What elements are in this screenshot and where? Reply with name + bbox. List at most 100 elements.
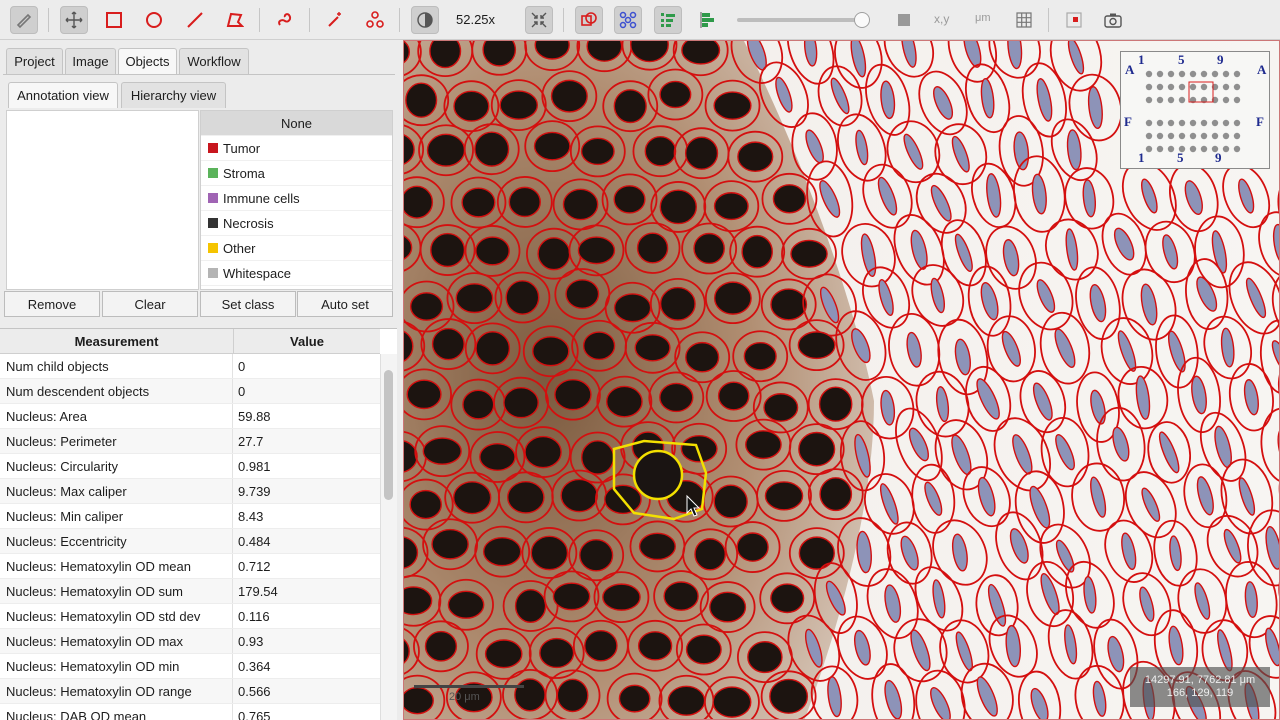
- points-tool-icon[interactable]: [361, 6, 389, 34]
- table-row[interactable]: Nucleus: Hematoxylin OD min 0.364: [0, 654, 380, 679]
- nucleus: [659, 80, 692, 109]
- move-tool-icon[interactable]: [10, 6, 38, 34]
- measurement-value: 0.566: [238, 683, 271, 699]
- table-row[interactable]: Nucleus: Min caliper 8.43: [0, 504, 380, 529]
- nucleus: [663, 581, 699, 611]
- measurement-name: Nucleus: Hematoxylin OD range: [0, 679, 233, 703]
- measurement-value: 0.712: [238, 558, 271, 574]
- tma-core: [1233, 119, 1241, 127]
- show-detections-icon[interactable]: [654, 6, 682, 34]
- class-item-whitespace[interactable]: Whitespace: [201, 261, 392, 286]
- tma-core: [1145, 96, 1153, 104]
- measurement-value: 0.93: [238, 633, 264, 649]
- table-row[interactable]: Nucleus: Eccentricity 0.484: [0, 529, 380, 554]
- opacity-slider[interactable]: [737, 18, 863, 22]
- set-class-button[interactable]: Set class: [200, 291, 296, 317]
- image-viewer[interactable]: A 1 5 9 A F F 1 5 9 20 μm 14297.91, 7762…: [403, 40, 1280, 720]
- nucleus: [618, 684, 651, 713]
- measurement-column-header[interactable]: Measurement: [0, 329, 234, 354]
- nucleus: [550, 79, 588, 113]
- tab-hierarchy-view[interactable]: Hierarchy view: [121, 82, 226, 108]
- annotation-list[interactable]: [6, 110, 199, 290]
- table-row[interactable]: Nucleus: Hematoxylin OD max 0.93: [0, 629, 380, 654]
- class-item-other[interactable]: Other: [201, 236, 392, 261]
- log-icon[interactable]: [1060, 6, 1088, 34]
- nucleus: [404, 185, 434, 219]
- tab-project[interactable]: Project: [6, 48, 63, 74]
- table-row[interactable]: Nucleus: Perimeter 27.7: [0, 429, 380, 454]
- rectangle-tool-icon[interactable]: [100, 6, 128, 34]
- auto-set-button[interactable]: Auto set: [297, 291, 393, 317]
- tab-annotation-view[interactable]: Annotation view: [8, 82, 118, 108]
- table-scrollbar[interactable]: [380, 354, 397, 720]
- show-annotations-icon[interactable]: [575, 6, 603, 34]
- tma-core: [1145, 132, 1153, 140]
- class-item-immune-cells[interactable]: Immune cells: [201, 186, 392, 211]
- nucleus: [447, 590, 485, 619]
- tma-core: [1222, 83, 1230, 91]
- scalebar: 20 μm: [414, 685, 534, 715]
- immune-cells-color-swatch: [208, 193, 218, 203]
- nucleus: [505, 280, 540, 315]
- ellipse-tool-icon[interactable]: [140, 6, 168, 34]
- measurement-name: Nucleus: Area: [0, 404, 233, 428]
- nucleus: [818, 386, 853, 422]
- tma-core: [1178, 119, 1186, 127]
- zoom-to-fit-icon[interactable]: [525, 6, 553, 34]
- measurement-name: Num child objects: [0, 354, 233, 378]
- class-list[interactable]: None Tumor Stroma Immune cells Necrosis …: [200, 110, 393, 290]
- measurement-value: 0.116: [238, 608, 270, 624]
- nucleus: [667, 685, 706, 716]
- camera-icon[interactable]: [1099, 6, 1127, 34]
- table-row[interactable]: Num child objects 0: [0, 354, 380, 379]
- pan-tool-icon[interactable]: [60, 6, 88, 34]
- class-item-stroma[interactable]: Stroma: [201, 161, 392, 186]
- nucleus: [605, 385, 643, 418]
- brush-tool-icon[interactable]: [271, 6, 299, 34]
- table-row[interactable]: Nucleus: Area 59.88: [0, 404, 380, 429]
- tab-objects[interactable]: Objects: [118, 48, 177, 74]
- measurement-table[interactable]: Measurement Value Num child objects 0 Num …: [0, 328, 397, 720]
- class-item-none[interactable]: None: [201, 111, 392, 136]
- table-row[interactable]: Nucleus: Hematoxylin OD std dev 0.116: [0, 604, 380, 629]
- coords-rgb: 166, 129, 119: [1166, 687, 1234, 699]
- polygon-tool-icon[interactable]: [221, 6, 249, 34]
- nucleus: [404, 586, 433, 616]
- table-row[interactable]: Nucleus: Max caliper 9.739: [0, 479, 380, 504]
- clear-button[interactable]: Clear: [102, 291, 198, 317]
- table-row[interactable]: Nucleus: DAB OD mean 0.765: [0, 704, 380, 720]
- nucleus: [422, 437, 462, 465]
- table-row[interactable]: Nucleus: Hematoxylin OD sum 179.54: [0, 579, 380, 604]
- table-row[interactable]: Nucleus: Circularity 0.981: [0, 454, 380, 479]
- fill-detections-icon[interactable]: [694, 6, 722, 34]
- remove-button[interactable]: Remove: [4, 291, 100, 317]
- tma-core: [1178, 83, 1186, 91]
- brightness-contrast-icon[interactable]: [411, 6, 439, 34]
- tab-workflow[interactable]: Workflow: [179, 48, 249, 74]
- measurement-value: 8.43: [238, 508, 264, 524]
- nucleus: [684, 136, 719, 170]
- table-row[interactable]: Num descendent objects 0: [0, 379, 380, 404]
- tma-core: [1189, 132, 1197, 140]
- overview-thumbnail[interactable]: A 1 5 9 A F F 1 5 9: [1120, 51, 1270, 169]
- class-item-necrosis[interactable]: Necrosis: [201, 211, 392, 236]
- tma-grid-icon[interactable]: [614, 6, 642, 34]
- grid-icon[interactable]: [1010, 6, 1038, 34]
- nucleus: [737, 141, 774, 172]
- selection-mode-icon[interactable]: [890, 6, 918, 34]
- opacity-slider-thumb[interactable]: [854, 12, 870, 28]
- table-row[interactable]: Nucleus: Hematoxylin OD range 0.566: [0, 679, 380, 704]
- wand-tool-icon[interactable]: [321, 6, 349, 34]
- scrollbar-thumb[interactable]: [384, 370, 393, 500]
- tma-core: [1222, 119, 1230, 127]
- table-row[interactable]: Nucleus: Hematoxylin OD mean 0.712: [0, 554, 380, 579]
- value-column-header[interactable]: Value: [234, 329, 380, 354]
- scalebar-toggle-icon[interactable]: μm: [975, 12, 991, 24]
- measurement-name: Nucleus: Hematoxylin OD sum: [0, 579, 233, 603]
- nucleus: [790, 239, 828, 268]
- tma-core: [1222, 96, 1230, 104]
- tab-image[interactable]: Image: [65, 48, 116, 74]
- class-item-tumor[interactable]: Tumor: [201, 136, 392, 161]
- line-tool-icon[interactable]: [181, 6, 209, 34]
- show-cursor-location-icon[interactable]: x,y: [934, 12, 949, 26]
